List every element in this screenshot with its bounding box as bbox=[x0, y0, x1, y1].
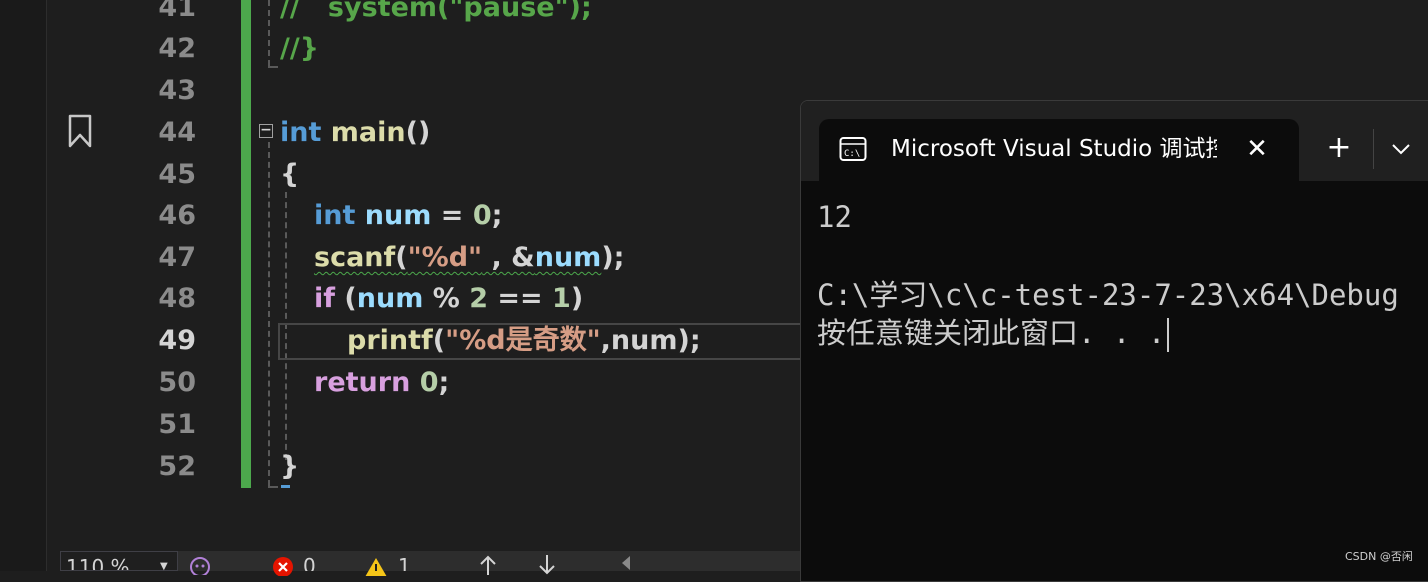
warning-count[interactable]: 1 bbox=[398, 551, 411, 571]
line-number-current: 49 bbox=[158, 325, 196, 356]
line-number: 52 bbox=[158, 451, 196, 482]
function-name: printf bbox=[347, 325, 433, 356]
code-line[interactable]: //} bbox=[280, 28, 319, 70]
string: "%d是奇数" bbox=[445, 325, 601, 356]
brace: } bbox=[280, 451, 300, 482]
punctuation: ( bbox=[432, 325, 446, 356]
outline-guide-end bbox=[268, 486, 278, 488]
code-line-current[interactable]: printf("%d是奇数",num); bbox=[347, 320, 701, 362]
punctuation: ( bbox=[335, 283, 357, 314]
punctuation: ); bbox=[601, 242, 625, 273]
string: "%d" bbox=[407, 242, 483, 273]
terminal-icon: C:\ bbox=[839, 137, 867, 161]
operator: , & bbox=[482, 242, 535, 273]
line-number: 51 bbox=[158, 409, 196, 440]
operator: = bbox=[431, 200, 473, 231]
close-icon[interactable]: ✕ bbox=[1243, 135, 1271, 163]
svg-text:C:\: C:\ bbox=[844, 149, 860, 159]
line-number: 46 bbox=[158, 200, 196, 231]
control-keyword: if bbox=[314, 283, 336, 314]
number: 1 bbox=[552, 283, 571, 314]
variable: num bbox=[534, 242, 602, 273]
glyph-margin[interactable] bbox=[60, 0, 98, 551]
code-line[interactable]: // system("pause"); bbox=[280, 0, 592, 29]
error-icon[interactable] bbox=[272, 556, 294, 576]
brace: { bbox=[280, 159, 300, 190]
error-count[interactable]: 0 bbox=[303, 551, 316, 571]
line-number: 47 bbox=[158, 242, 196, 273]
console-output-line: 按任意键关闭此窗口. . . bbox=[817, 314, 1170, 352]
punctuation: ; bbox=[491, 200, 503, 231]
bookmark-icon[interactable] bbox=[67, 114, 93, 148]
copilot-icon[interactable] bbox=[188, 555, 212, 575]
chevron-down-icon[interactable]: ▼ bbox=[160, 561, 168, 572]
arrow-down-icon[interactable] bbox=[537, 555, 557, 575]
line-number: 43 bbox=[158, 75, 196, 106]
function-name: main bbox=[330, 117, 406, 148]
punctuation: ,num); bbox=[600, 325, 701, 356]
chevron-down-icon[interactable] bbox=[1381, 129, 1421, 169]
code-line[interactable]: return 0; bbox=[314, 362, 449, 404]
code-line[interactable]: int num = 0; bbox=[314, 195, 502, 237]
keyword: int bbox=[314, 200, 356, 231]
panel-divider bbox=[46, 0, 47, 571]
console-output-line: 12 bbox=[817, 200, 852, 234]
arrow-up-icon[interactable] bbox=[478, 555, 498, 575]
comment: //} bbox=[280, 33, 319, 64]
number: 0 bbox=[419, 367, 439, 398]
number: 0 bbox=[472, 200, 492, 231]
titlebar-divider bbox=[1373, 129, 1374, 169]
terminal-tab[interactable]: C:\ Microsoft Visual Studio 调试控制台 ✕ bbox=[819, 119, 1299, 181]
punctuation: () bbox=[405, 117, 431, 148]
change-tracking-bar bbox=[241, 0, 251, 488]
line-number: 45 bbox=[158, 159, 196, 190]
console-prompt-text: 按任意键关闭此窗口. . . bbox=[817, 316, 1166, 350]
function-name: scanf bbox=[314, 242, 396, 273]
line-number: 50 bbox=[158, 367, 196, 398]
collapse-icon[interactable]: − bbox=[259, 123, 273, 138]
scroll-left-icon[interactable] bbox=[622, 556, 630, 570]
tab-title: Microsoft Visual Studio 调试控制台 bbox=[891, 136, 1217, 162]
debug-console-window[interactable]: C:\ Microsoft Visual Studio 调试控制台 ✕ + 12… bbox=[800, 100, 1428, 582]
variable: num bbox=[364, 200, 432, 231]
keyword: int bbox=[280, 117, 322, 148]
code-line[interactable]: } bbox=[280, 446, 299, 488]
comment: // system("pause"); bbox=[280, 0, 592, 23]
variable: num bbox=[356, 283, 424, 314]
warning-icon[interactable] bbox=[364, 556, 388, 576]
punctuation: ) bbox=[570, 283, 584, 314]
line-number: 42 bbox=[158, 33, 196, 64]
watermark: CSDN @否闲 bbox=[1345, 550, 1413, 563]
code-line[interactable]: if (num % 2 == 1) bbox=[314, 278, 583, 320]
outline-guide bbox=[268, 142, 270, 486]
punctuation: ; bbox=[438, 367, 450, 398]
text-cursor bbox=[1167, 318, 1170, 352]
code-line[interactable]: int main() bbox=[280, 112, 430, 154]
line-number: 48 bbox=[158, 283, 196, 314]
operator: % bbox=[423, 283, 470, 314]
line-number: 41 bbox=[158, 0, 196, 23]
operator: == bbox=[488, 283, 553, 314]
code-line[interactable]: scanf("%d" , &num); bbox=[314, 237, 624, 279]
zoom-level: 110 % bbox=[66, 555, 130, 571]
outline-guide bbox=[268, 0, 270, 66]
plus-icon[interactable]: + bbox=[1319, 129, 1359, 169]
punctuation: ( bbox=[395, 242, 408, 273]
terminal-titlebar[interactable]: C:\ Microsoft Visual Studio 调试控制台 ✕ + bbox=[801, 101, 1428, 181]
number: 2 bbox=[469, 283, 488, 314]
console-output-line: C:\学习\c\c-test-23-7-23\x64\Debug bbox=[817, 278, 1399, 312]
control-keyword: return bbox=[314, 367, 411, 398]
outline-guide-end bbox=[268, 66, 278, 68]
line-number: 44 bbox=[158, 117, 196, 148]
code-line[interactable]: { bbox=[280, 154, 299, 196]
left-panel-strip bbox=[0, 0, 46, 571]
